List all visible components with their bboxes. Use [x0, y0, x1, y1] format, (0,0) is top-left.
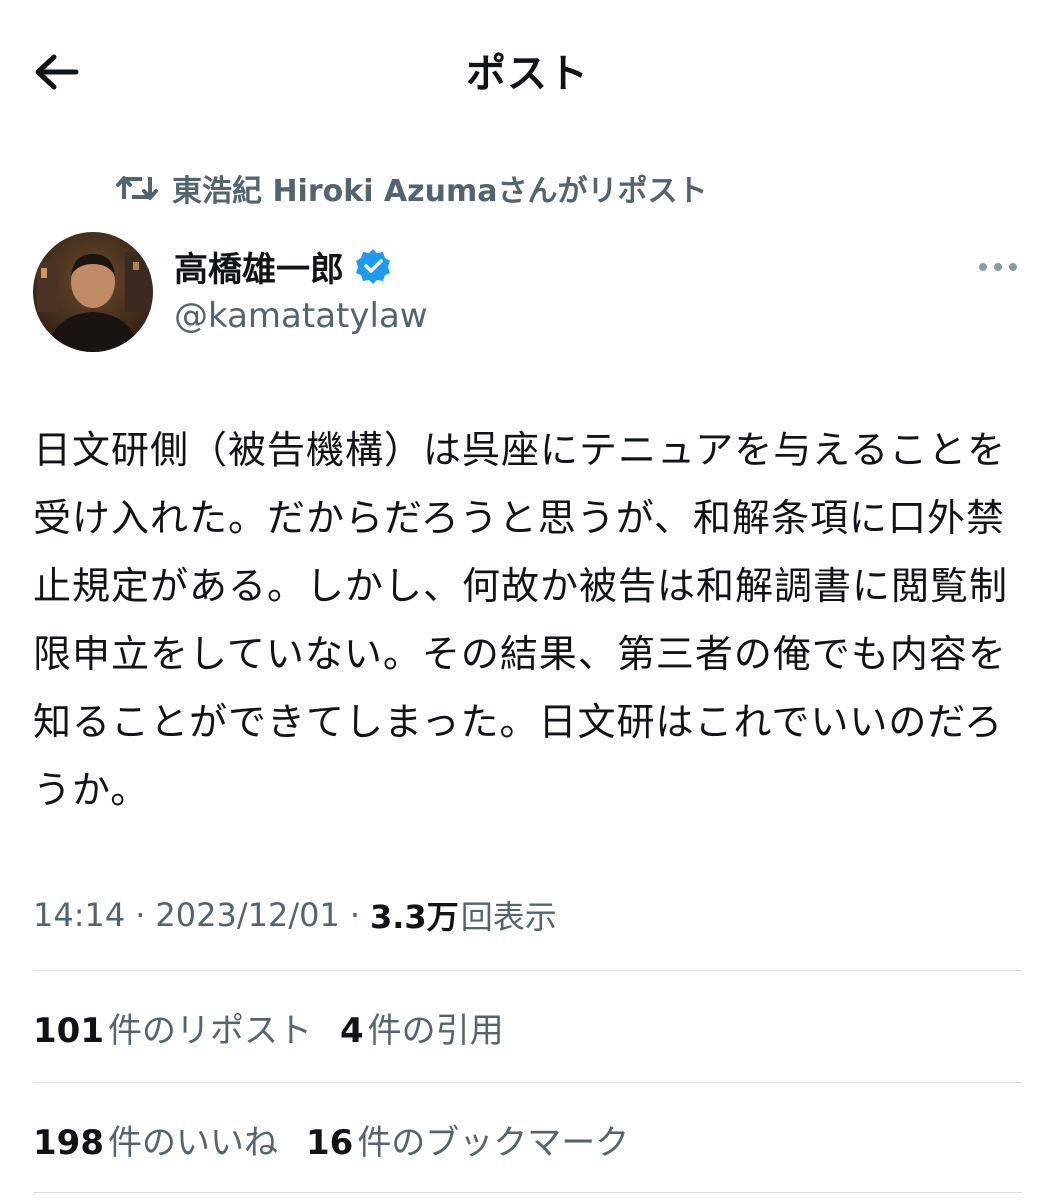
views-label[interactable]: 回表示 [461, 892, 557, 938]
more-button[interactable] [972, 246, 1024, 286]
divider [33, 970, 1022, 971]
bookmarks-count: 16 [305, 1122, 354, 1163]
verified-badge-icon [354, 247, 392, 285]
post-time[interactable]: 14:14 [33, 896, 125, 934]
repost-context[interactable]: 東浩紀 Hiroki Azumaさんがリポスト [116, 166, 707, 210]
reposts-count: 101 [33, 1010, 104, 1051]
repost-label: 東浩紀 Hiroki Azumaさんがリポスト [172, 174, 708, 209]
bookmarks-stat[interactable]: 16 件のブックマーク [306, 1115, 629, 1164]
repost-icon [116, 170, 158, 206]
author-name-row[interactable]: 高橋雄一郎 [174, 240, 392, 292]
likes-label: 件のいいね [107, 1122, 278, 1163]
likes-stat[interactable]: 198 件のいいね [33, 1115, 278, 1164]
back-button[interactable] [28, 48, 84, 100]
divider [33, 1192, 1022, 1193]
meta-separator: · [135, 896, 146, 934]
views-count[interactable]: 3.3万 [370, 892, 459, 938]
post-text: 日文研側（被告機構）は呉座にテニュアを与えることを受け入れた。だからだろうと思う… [33, 428, 1009, 812]
arrow-left-icon [32, 52, 80, 96]
likes-count: 198 [33, 1122, 104, 1163]
bookmarks-label: 件のブックマーク [357, 1122, 630, 1163]
author-handle[interactable]: @kamatatylaw [174, 292, 428, 340]
stats-row-likes: 198 件のいいね 16 件のブックマーク [33, 1114, 657, 1164]
divider [33, 1082, 1022, 1083]
reposts-label: 件のリポスト [107, 1010, 312, 1051]
post-meta: 14:14 · 2023/12/01 · 3.3万 回表示 [33, 890, 557, 940]
avatar[interactable] [33, 232, 153, 352]
quotes-stat[interactable]: 4 件の引用 [340, 1003, 504, 1052]
author-name: 高橋雄一郎 [174, 249, 344, 290]
more-dots-icon [978, 257, 1018, 276]
meta-separator: · [349, 896, 360, 934]
quotes-label: 件の引用 [367, 1010, 504, 1051]
reposts-stat[interactable]: 101 件のリポスト [33, 1003, 312, 1052]
page-title: ポスト [466, 51, 589, 97]
post-date[interactable]: 2023/12/01 [155, 896, 339, 934]
quotes-count: 4 [339, 1010, 364, 1051]
stats-row-reposts: 101 件のリポスト 4 件の引用 [33, 1002, 532, 1052]
